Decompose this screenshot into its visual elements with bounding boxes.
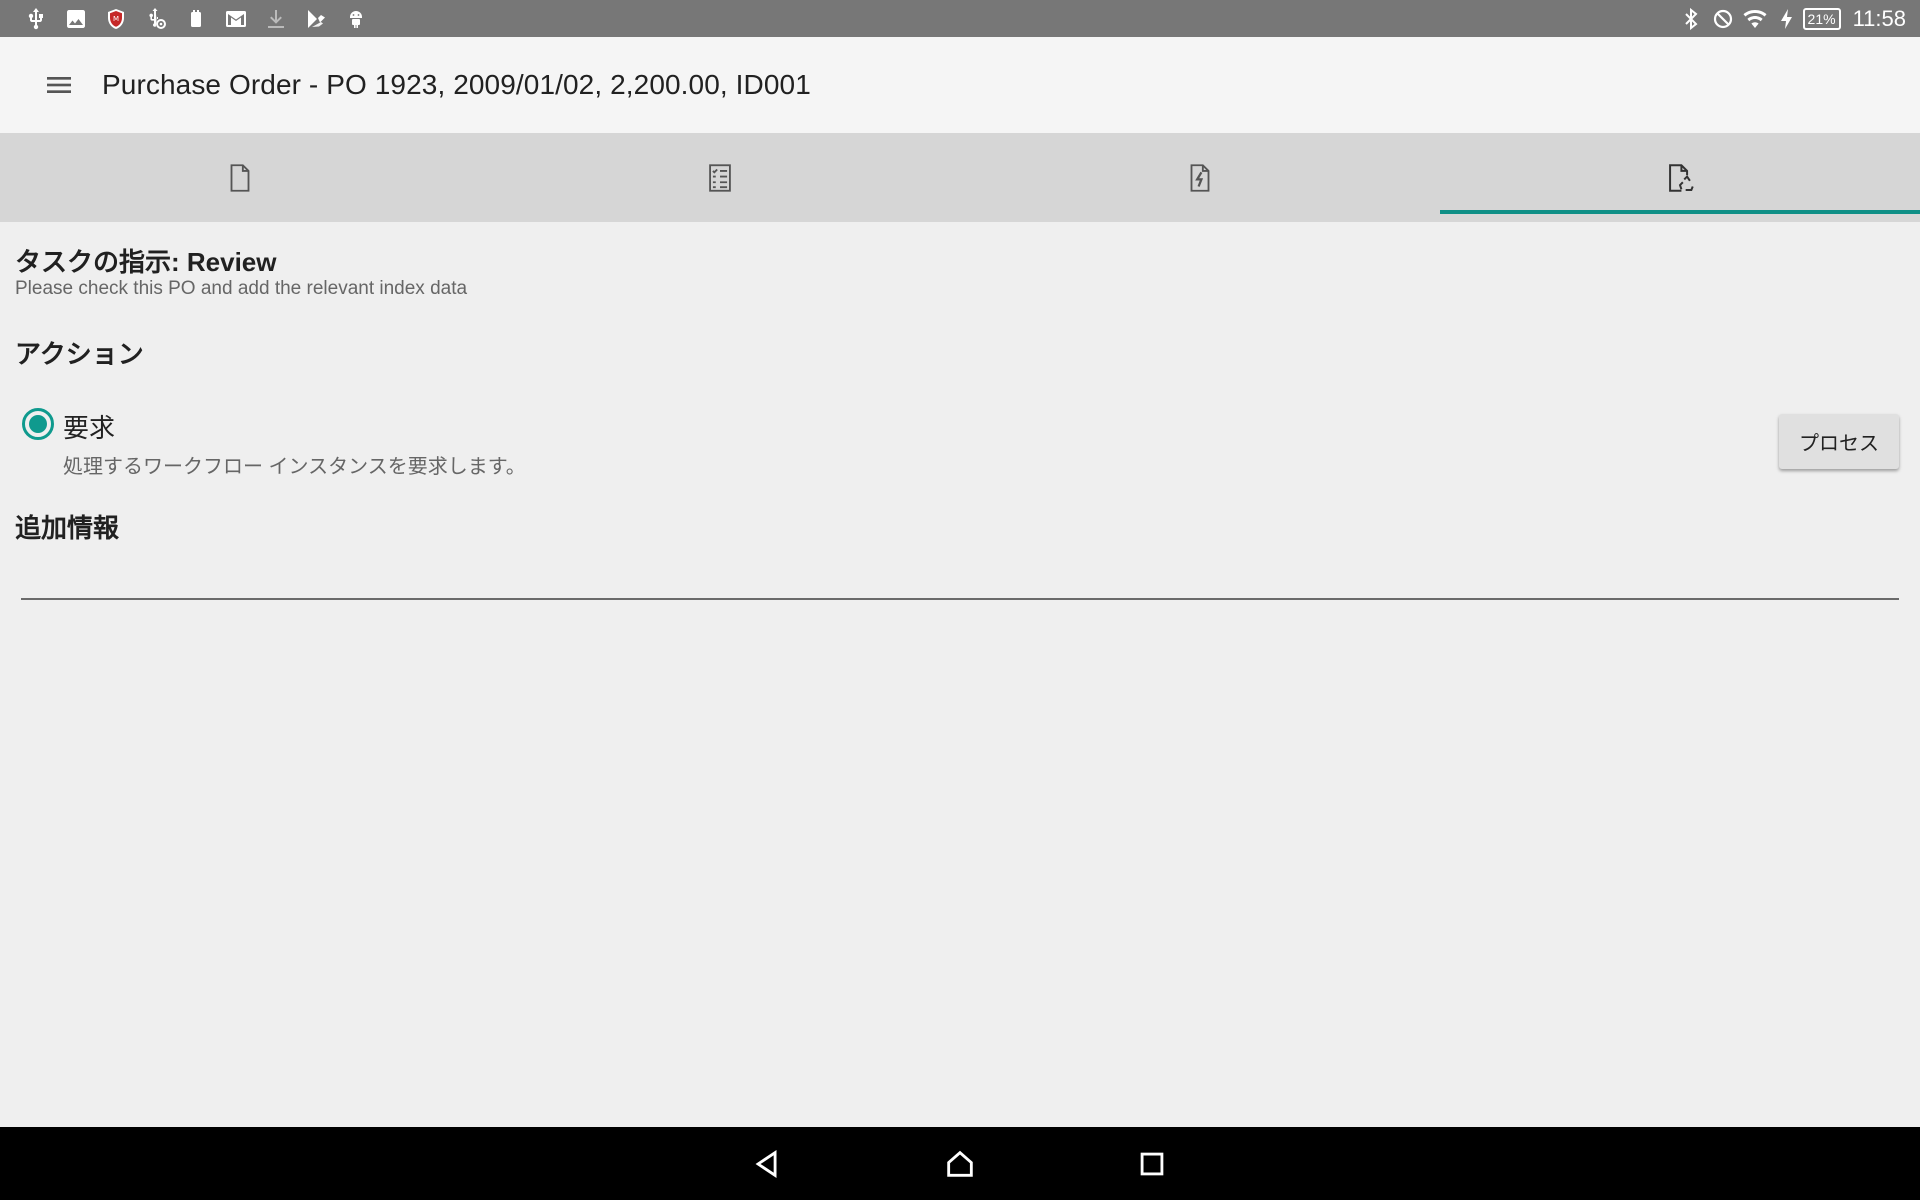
task-description: Please check this PO and add the relevan… [15,278,468,299]
do-not-disturb-icon [1707,0,1739,37]
task-content: タスクの指示: Review Please check this PO and … [0,222,1920,1127]
wifi-icon [1739,0,1771,37]
app-bar: Purchase Order - PO 1923, 2009/01/02, 2,… [0,37,1920,133]
document-icon [230,163,250,192]
tab-checklist[interactable] [480,133,960,222]
claim-option-description: 処理するワークフロー インスタンスを要求します。 [63,456,526,478]
status-bar-left: M [16,0,376,37]
page-title: Purchase Order - PO 1923, 2009/01/02, 2,… [102,69,811,100]
home-icon [947,1150,973,1177]
recents-icon [1140,1152,1164,1175]
download-icon [256,0,296,37]
hamburger-menu-icon [47,77,71,93]
back-button[interactable] [672,1127,864,1200]
radio-selected-dot [29,415,47,433]
tab-workflow-document[interactable] [960,133,1440,222]
task-heading: タスクの指示: Review [15,247,277,277]
status-bar: M 21% 11:58 [0,0,1920,37]
document-recycle-icon [1669,163,1694,192]
clock: 11:58 [1852,5,1906,31]
screenshot-icon [176,0,216,37]
status-bar-right: 21% 11:58 [1675,0,1906,37]
actions-heading: アクション [15,339,144,369]
svg-text:M: M [113,15,119,23]
tab-bar [0,133,1920,222]
document-workflow-icon [1190,163,1210,192]
image-icon [56,0,96,37]
usb-settings-icon [136,0,176,37]
android-icon [336,0,376,37]
recents-button[interactable] [1056,1127,1248,1200]
claim-radio-button[interactable] [22,408,54,440]
mcafee-shield-icon: M [96,0,136,37]
claim-option-label[interactable]: 要求 [63,408,115,445]
navigation-bar [0,1127,1920,1200]
home-button[interactable] [864,1127,1056,1200]
usb-icon [16,0,56,37]
charging-icon [1771,0,1803,37]
tab-document[interactable] [0,133,480,222]
bluetooth-icon [1675,0,1707,37]
tab-task[interactable] [1440,133,1920,222]
additional-info-heading: 追加情報 [15,513,120,543]
back-icon [755,1149,777,1178]
battery-level: 21% [1802,7,1841,30]
play-store-icon [296,0,336,37]
checklist-icon [709,163,731,192]
gmail-icon [216,0,256,37]
process-button[interactable]: プロセス [1779,414,1899,469]
additional-info-input[interactable] [21,598,1899,600]
hamburger-menu-button[interactable] [14,37,104,133]
